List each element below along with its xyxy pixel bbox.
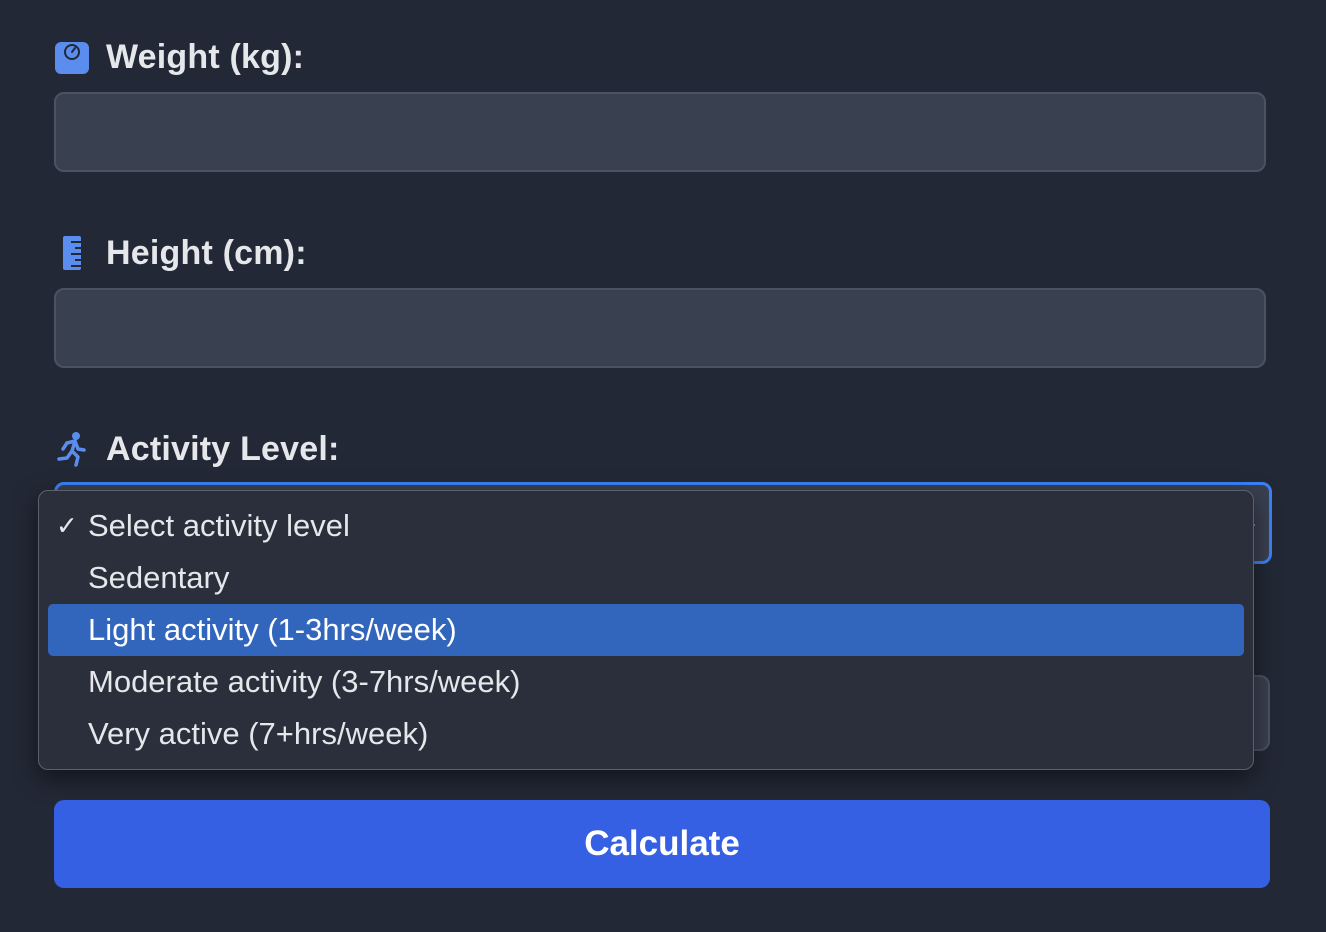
checkmark-icon: ✓ [56,510,78,541]
activity-label-row: Activity Level: [54,429,340,469]
option-light-activity[interactable]: Light activity (1-3hrs/week) [48,604,1244,656]
option-moderate-activity[interactable]: Moderate activity (3-7hrs/week) [48,656,1244,708]
weight-scale-icon [54,39,90,75]
option-label: Select activity level [88,508,350,543]
weight-input[interactable] [54,92,1266,172]
activity-dropdown-menu: ✓ Select activity level Sedentary Light … [38,490,1254,770]
running-person-icon [54,431,90,467]
calculator-form: Weight (kg): Height (cm): Activity Level… [0,0,1326,932]
option-very-active[interactable]: Very active (7+hrs/week) [48,708,1244,760]
height-label: Height (cm): [106,233,307,272]
option-select-activity-level[interactable]: ✓ Select activity level [48,500,1244,552]
option-sedentary[interactable]: Sedentary [48,552,1244,604]
option-label: Sedentary [88,560,230,595]
activity-label: Activity Level: [106,429,340,468]
height-input[interactable] [54,288,1266,368]
option-label: Light activity (1-3hrs/week) [88,612,457,647]
weight-label-row: Weight (kg): [54,37,304,77]
option-label: Very active (7+hrs/week) [88,716,429,751]
ruler-icon [54,235,90,271]
option-label: Moderate activity (3-7hrs/week) [88,664,521,699]
calculate-button[interactable]: Calculate [54,800,1270,888]
height-label-row: Height (cm): [54,233,307,273]
weight-label: Weight (kg): [106,37,305,76]
